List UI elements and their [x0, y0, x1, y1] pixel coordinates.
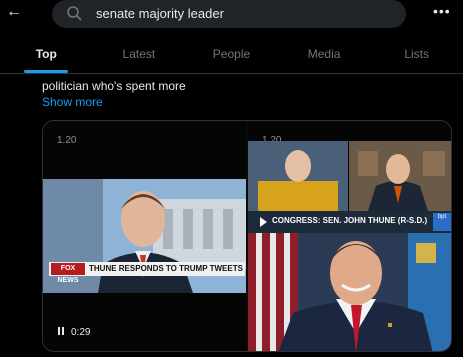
news-banner: CONGRESS: SEN. JOHN THUNE (R-S.D.) bpt	[248, 211, 451, 233]
tab-lists[interactable]: Lists	[370, 40, 463, 73]
video-left[interactable]: 1.20 FOX NEWS THUNE RESPONDS TO TRUMP TW…	[43, 121, 246, 351]
network-logo: FOX NEWS	[51, 263, 85, 284]
news-chyron: FOX NEWS THUNE RESPONDS TO TRUMP TWEETS	[49, 262, 245, 284]
video-timestamp: 1.20	[57, 135, 77, 146]
chyron-text: THUNE RESPONDS TO TRUMP TWEETS	[89, 264, 243, 273]
pause-icon[interactable]	[57, 327, 65, 335]
play-icon[interactable]	[260, 217, 267, 227]
tweet-text: politician who's spent more	[42, 79, 186, 93]
more-dots-icon[interactable]: •••	[433, 4, 450, 20]
network-logo-right: bpt	[433, 213, 451, 231]
video-frame-left: FOX NEWS THUNE RESPONDS TO TRUMP TWEETS	[43, 179, 246, 293]
video-frame-right-bottom	[248, 233, 451, 351]
top-bar: ← senate majority leader •••	[0, 0, 463, 40]
tab-people[interactable]: People	[185, 40, 278, 73]
show-more-link[interactable]: Show more	[42, 95, 103, 109]
tab-top[interactable]: Top	[0, 40, 93, 73]
search-icon	[67, 6, 82, 21]
tab-bar: Top Latest People Media Lists	[0, 40, 463, 74]
tab-media[interactable]: Media	[278, 40, 371, 73]
playback-time-label: 0:29	[71, 327, 91, 338]
video-right[interactable]: 1.20 CONGRESS: SEN. JOHN THUNE (R-S.D.) …	[248, 121, 451, 351]
playback-time[interactable]: 0:29	[57, 327, 90, 338]
video-frame-right-top	[248, 141, 451, 211]
tweet-media[interactable]: 1.20 FOX NEWS THUNE RESPONDS TO TRUMP TW…	[42, 120, 452, 352]
search-query: senate majority leader	[96, 6, 224, 21]
banner-text: CONGRESS: SEN. JOHN THUNE (R-S.D.)	[272, 216, 428, 225]
tab-latest[interactable]: Latest	[93, 40, 186, 73]
search-input[interactable]: senate majority leader	[52, 0, 406, 28]
arrow-left-icon[interactable]: ←	[4, 2, 24, 22]
